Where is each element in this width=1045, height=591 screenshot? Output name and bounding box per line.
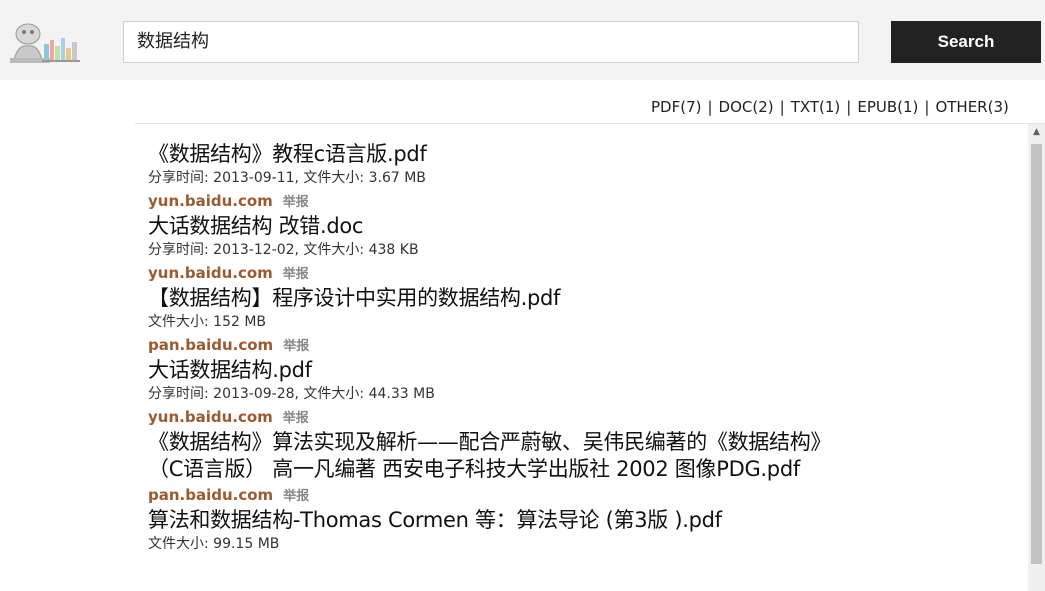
result-meta: 文件大小: 152 MB — [148, 314, 267, 330]
header: Search — [0, 0, 1045, 80]
result-item: 大话数据结构 改错.doc 分享时间: 2013-12-02, 文件大小: 43… — [148, 213, 853, 285]
source-link[interactable]: pan.baidu.com — [148, 486, 273, 504]
result-title-link[interactable]: 算法和数据结构-Thomas Cormen 等：算法导论 (第3版 ).pdf — [148, 507, 853, 534]
search-input[interactable] — [123, 21, 859, 63]
filter-pdf[interactable]: PDF(7) — [651, 98, 701, 116]
report-link[interactable]: 举报 — [283, 339, 309, 354]
result-item: 算法和数据结构-Thomas Cormen 等：算法导论 (第3版 ).pdf … — [148, 507, 853, 555]
filter-doc[interactable]: DOC(2) — [719, 98, 774, 116]
result-title-link[interactable]: 《数据结构》算法实现及解析——配合严蔚敏、吴伟民编著的《数据结构》（C语言版） … — [148, 429, 853, 483]
results-list: 《数据结构》教程c语言版.pdf 分享时间: 2013-09-11, 文件大小:… — [148, 141, 853, 555]
result-meta: 文件大小: 99.15 MB — [148, 536, 280, 552]
source-link[interactable]: pan.baidu.com — [148, 336, 273, 354]
search-button[interactable]: Search — [891, 21, 1041, 63]
report-link[interactable]: 举报 — [283, 195, 309, 210]
triangle-up-icon[interactable]: ▲ — [1028, 124, 1045, 141]
result-item: 《数据结构》教程c语言版.pdf 分享时间: 2013-09-11, 文件大小:… — [148, 141, 853, 213]
filter-separator: | — [707, 98, 713, 116]
divider — [135, 123, 1045, 124]
result-source-row: pan.baidu.com 举报 — [148, 333, 853, 357]
result-item: 【数据结构】程序设计中实用的数据结构.pdf 文件大小: 152 MB pan.… — [148, 285, 853, 357]
result-source-row: yun.baidu.com 举报 — [148, 189, 853, 213]
result-source-row: yun.baidu.com 举报 — [148, 405, 853, 429]
result-source-row: yun.baidu.com 举报 — [148, 261, 853, 285]
result-title-link[interactable]: 大话数据结构 改错.doc — [148, 213, 853, 240]
filter-epub[interactable]: EPUB(1) — [857, 98, 918, 116]
report-link[interactable]: 举报 — [283, 267, 309, 282]
filter-separator: | — [924, 98, 930, 116]
report-link[interactable]: 举报 — [283, 489, 309, 504]
result-title-link[interactable]: 《数据结构》教程c语言版.pdf — [148, 141, 853, 168]
filter-txt[interactable]: TXT(1) — [791, 98, 841, 116]
file-type-filters: PDF(7) | DOC(2) | TXT(1) | EPUB(1) | OTHER(3) — [651, 98, 1009, 116]
result-meta: 分享时间: 2013-09-11, 文件大小: 3.67 MB — [148, 170, 426, 186]
source-link[interactable]: yun.baidu.com — [148, 264, 273, 282]
scrollbar[interactable]: ▲ — [1028, 124, 1045, 591]
source-link[interactable]: yun.baidu.com — [148, 408, 273, 426]
filter-separator: | — [846, 98, 852, 116]
result-source-row: pan.baidu.com 举报 — [148, 483, 853, 507]
site-logo-icon[interactable] — [8, 20, 86, 66]
scrollbar-thumb[interactable] — [1031, 144, 1042, 564]
result-meta: 分享时间: 2013-09-28, 文件大小: 44.33 MB — [148, 386, 435, 402]
result-title-link[interactable]: 大话数据结构.pdf — [148, 357, 853, 384]
result-item: 《数据结构》算法实现及解析——配合严蔚敏、吴伟民编著的《数据结构》（C语言版） … — [148, 429, 853, 507]
report-link[interactable]: 举报 — [283, 411, 309, 426]
source-link[interactable]: yun.baidu.com — [148, 192, 273, 210]
result-meta: 分享时间: 2013-12-02, 文件大小: 438 KB — [148, 242, 419, 258]
filter-separator: | — [779, 98, 785, 116]
result-item: 大话数据结构.pdf 分享时间: 2013-09-28, 文件大小: 44.33… — [148, 357, 853, 429]
filter-other[interactable]: OTHER(3) — [935, 98, 1008, 116]
result-title-link[interactable]: 【数据结构】程序设计中实用的数据结构.pdf — [148, 285, 853, 312]
